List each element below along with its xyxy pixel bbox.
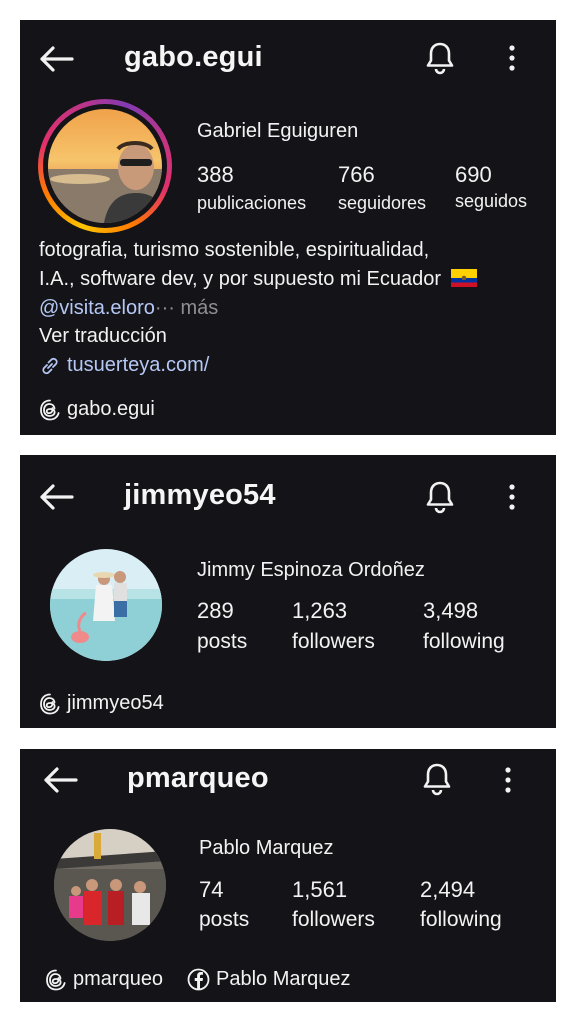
stat-followers-label[interactable]: followers xyxy=(292,630,375,654)
bio-line-2: I.A., software dev, y por supuesto mi Ec… xyxy=(39,268,477,291)
bell-icon[interactable] xyxy=(417,759,457,799)
bio-line-2-text: I.A., software dev, y por supuesto mi Ec… xyxy=(39,268,442,290)
threads-icon xyxy=(40,693,60,714)
threads-username: pmarqueo xyxy=(73,968,164,990)
full-name: Jimmy Espinoza Ordoñez xyxy=(197,559,425,581)
website-link[interactable]: tusuerteya.com/ xyxy=(67,354,209,377)
profile-username: jimmyeo54 xyxy=(124,479,276,511)
translate-link[interactable]: Ver traducción xyxy=(39,325,167,348)
stat-following-count[interactable]: 3,498 xyxy=(423,598,478,624)
profile-panel-pablo: pmarqueo Pablo Marquez 74 posts 1,561 fo… xyxy=(20,749,556,1002)
threads-badge[interactable]: pmarqueo xyxy=(45,968,163,991)
stat-posts-count[interactable]: 74 xyxy=(199,877,223,903)
link-icon xyxy=(42,357,58,374)
bio-line-1: fotografia, turismo sostenible, espiritu… xyxy=(39,239,430,261)
stat-posts-count[interactable]: 289 xyxy=(197,598,234,624)
more-options-icon[interactable] xyxy=(488,760,528,800)
stat-following-label[interactable]: following xyxy=(423,630,505,654)
avatar xyxy=(48,109,162,223)
back-arrow-icon[interactable] xyxy=(36,39,76,79)
profile-username: pmarqueo xyxy=(127,762,269,794)
bell-icon[interactable] xyxy=(420,477,460,517)
stat-following-label[interactable]: following xyxy=(420,908,502,932)
stat-posts-label[interactable]: publicaciones xyxy=(197,193,306,214)
full-name: Gabriel Eguiguren xyxy=(197,120,359,142)
more-options-icon[interactable] xyxy=(492,38,532,78)
stat-posts-count[interactable]: 388 xyxy=(197,162,234,188)
stat-followers-count[interactable]: 1,561 xyxy=(292,877,347,903)
threads-badge[interactable]: gabo.egui xyxy=(39,398,155,421)
stat-followers-label[interactable]: followers xyxy=(292,908,375,932)
back-arrow-icon[interactable] xyxy=(36,477,76,517)
threads-icon xyxy=(40,399,60,420)
bio-mention-link[interactable]: @visita.eloro xyxy=(39,297,155,319)
stat-followers-count[interactable]: 766 xyxy=(338,162,375,188)
facebook-icon xyxy=(187,968,210,991)
ecuador-flag-icon xyxy=(450,269,477,287)
bio-more-button[interactable]: más xyxy=(180,297,218,319)
bio-ellipsis: ··· xyxy=(154,297,175,319)
profile-panel-gabo: gabo.egui Gabriel Eguiguren 388 publicac… xyxy=(20,20,556,435)
profile-username: gabo.egui xyxy=(124,41,263,73)
stat-following-count[interactable]: 2,494 xyxy=(420,877,475,903)
stat-following-label[interactable]: seguidos xyxy=(455,191,527,212)
bio-line-3: @visita.eloro··· más xyxy=(39,297,218,320)
threads-icon xyxy=(46,969,66,990)
full-name: Pablo Marquez xyxy=(199,837,334,859)
stat-followers-count[interactable]: 1,263 xyxy=(292,598,347,624)
threads-username: gabo.egui xyxy=(67,398,155,420)
stat-posts-label[interactable]: posts xyxy=(199,908,249,932)
avatar[interactable] xyxy=(54,829,166,941)
threads-username: jimmyeo54 xyxy=(67,692,164,714)
facebook-badge[interactable]: Pablo Marquez xyxy=(187,968,351,991)
avatar[interactable] xyxy=(50,549,162,661)
profile-panel-jimmy: jimmyeo54 Jimmy Espinoza Ordoñez 289 pos… xyxy=(20,455,556,728)
avatar-story-ring[interactable] xyxy=(38,99,172,233)
website-row[interactable]: tusuerteya.com/ xyxy=(39,354,209,377)
more-options-icon[interactable] xyxy=(492,477,532,517)
stat-followers-label[interactable]: seguidores xyxy=(338,193,426,214)
back-arrow-icon[interactable] xyxy=(40,760,80,800)
bell-icon[interactable] xyxy=(420,38,460,78)
stat-posts-label[interactable]: posts xyxy=(197,630,247,654)
threads-badge[interactable]: jimmyeo54 xyxy=(39,692,164,715)
stat-following-count[interactable]: 690 xyxy=(455,162,492,188)
facebook-name: Pablo Marquez xyxy=(216,968,351,990)
